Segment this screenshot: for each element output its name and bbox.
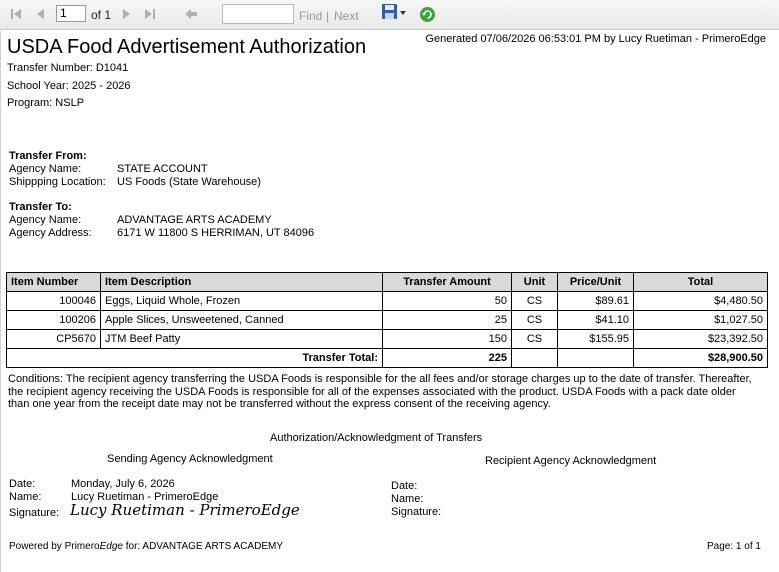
from-location-value: US Foods (State Warehouse) (117, 176, 261, 188)
powered-by-prefix: Powered by Primero (9, 541, 100, 552)
col-total: Total (633, 272, 768, 292)
unit-cell: CS (511, 310, 558, 330)
recipient-date-label: Date: (391, 480, 418, 492)
from-agency-label: Agency Name: (9, 163, 82, 175)
next-page-icon[interactable] (118, 6, 134, 22)
transfer-amount-cell: 25 (382, 310, 512, 330)
item-description-cell: JTM Beef Patty (100, 329, 383, 349)
transfer-amount-cell: 150 (382, 329, 512, 349)
to-address-value: 6171 W 11800 S HERRIMAN, UT 84096 (117, 227, 315, 239)
unit-cell: CS (511, 329, 558, 349)
page-number: Page: 1 of 1 (707, 541, 761, 552)
transfer-total-label: Transfer Total: (6, 348, 383, 368)
find-link[interactable]: Find (299, 9, 322, 23)
school-year: School Year: 2025 - 2026 (7, 80, 131, 92)
sending-signature-label: Signature: (9, 507, 60, 519)
transfer-amount-cell: 50 (382, 291, 512, 311)
price-cell: $155.95 (557, 329, 634, 349)
next-link[interactable]: Next (334, 9, 359, 23)
empty-cell (557, 348, 634, 368)
program: Program: NSLP (7, 97, 85, 109)
recipient-signature-label: Signature: (391, 506, 442, 518)
item-number-cell: CP5670 (6, 329, 101, 349)
back-icon[interactable] (183, 6, 199, 22)
to-address-label: Agency Address: (9, 227, 92, 239)
page-count-label: of 1 (91, 8, 112, 22)
sending-ack-heading: Sending Agency Acknowledgment (107, 453, 273, 465)
sending-date-value: Monday, July 6, 2026 (71, 478, 175, 490)
find-input[interactable] (222, 4, 294, 24)
recipient-ack-heading: Recipient Agency Acknowledgment (485, 455, 657, 467)
table-row: 100206 Apple Slices, Unsweetened, Canned… (6, 310, 768, 330)
authorization-heading: Authorization/Acknowledgment of Transfer… (270, 432, 483, 444)
col-item-number: Item Number (6, 272, 101, 292)
transfer-total-amount: 225 (382, 348, 512, 368)
col-price-unit: Price/Unit (557, 272, 634, 292)
item-description-cell: Apple Slices, Unsweetened, Canned (100, 310, 383, 330)
transfer-from-heading: Transfer From: (9, 150, 87, 162)
report-title: USDA Food Advertisement Authorization (7, 36, 367, 58)
toolbar-separator: | (326, 9, 330, 23)
transfer-items-table: Item Number Item Description Transfer Am… (6, 272, 768, 368)
report-page: USDA Food Advertisement Authorization Ge… (0, 31, 779, 572)
powered-by-edge: Edge (99, 541, 123, 552)
price-cell: $89.61 (557, 291, 634, 311)
sending-name-label: Name: (9, 491, 42, 503)
powered-by-suffix: for: ADVANTAGE ARTS ACADEMY (122, 541, 283, 552)
page-number-input[interactable]: 1 (56, 5, 86, 22)
total-cell: $1,027.50 (633, 310, 768, 330)
table-header-row: Item Number Item Description Transfer Am… (6, 272, 768, 292)
last-page-icon[interactable] (142, 6, 158, 22)
price-cell: $41.10 (557, 310, 634, 330)
conditions-text: Conditions: The recipient agency transfe… (8, 373, 752, 411)
sending-date-label: Date: (9, 478, 36, 490)
to-agency-label: Agency Name: (9, 214, 82, 226)
table-total-row: Transfer Total: 225 $28,900.50 (6, 348, 768, 368)
powered-by: Powered by PrimeroEdge for: ADVANTAGE AR… (9, 541, 283, 552)
previous-page-icon[interactable] (33, 6, 49, 22)
from-agency-value: STATE ACCOUNT (117, 163, 208, 175)
first-page-icon[interactable] (8, 6, 24, 22)
generated-info: Generated 07/06/2026 06:53:01 PM by Lucy… (425, 33, 766, 45)
total-cell: $4,480.50 (633, 291, 768, 311)
item-number-cell: 100206 (6, 310, 101, 330)
empty-cell (511, 348, 558, 368)
report-toolbar: 1 of 1 Find | Next (0, 0, 779, 30)
save-export-icon[interactable] (380, 4, 408, 20)
sending-signature: Lucy Ruetiman - PrimeroEdge (70, 501, 300, 519)
recipient-name-label: Name: (391, 493, 424, 505)
transfer-number: Transfer Number: D1041 (7, 62, 129, 74)
transfer-total-value: $28,900.50 (633, 348, 768, 368)
transfer-to-heading: Transfer To: (9, 201, 72, 213)
col-unit: Unit (511, 272, 558, 292)
total-cell: $23,392.50 (633, 329, 768, 349)
table-row: CP5670 JTM Beef Patty 150 CS $155.95 $23… (6, 329, 768, 349)
unit-cell: CS (511, 291, 558, 311)
table-row: 100046 Eggs, Liquid Whole, Frozen 50 CS … (6, 291, 768, 311)
col-item-description: Item Description (100, 272, 383, 292)
item-description-cell: Eggs, Liquid Whole, Frozen (100, 291, 383, 311)
col-transfer-amount: Transfer Amount (382, 272, 512, 292)
from-location-label: Shippping Location: (9, 176, 106, 188)
refresh-icon[interactable] (418, 5, 436, 23)
to-agency-value: ADVANTAGE ARTS ACADEMY (117, 214, 272, 226)
item-number-cell: 100046 (6, 291, 101, 311)
